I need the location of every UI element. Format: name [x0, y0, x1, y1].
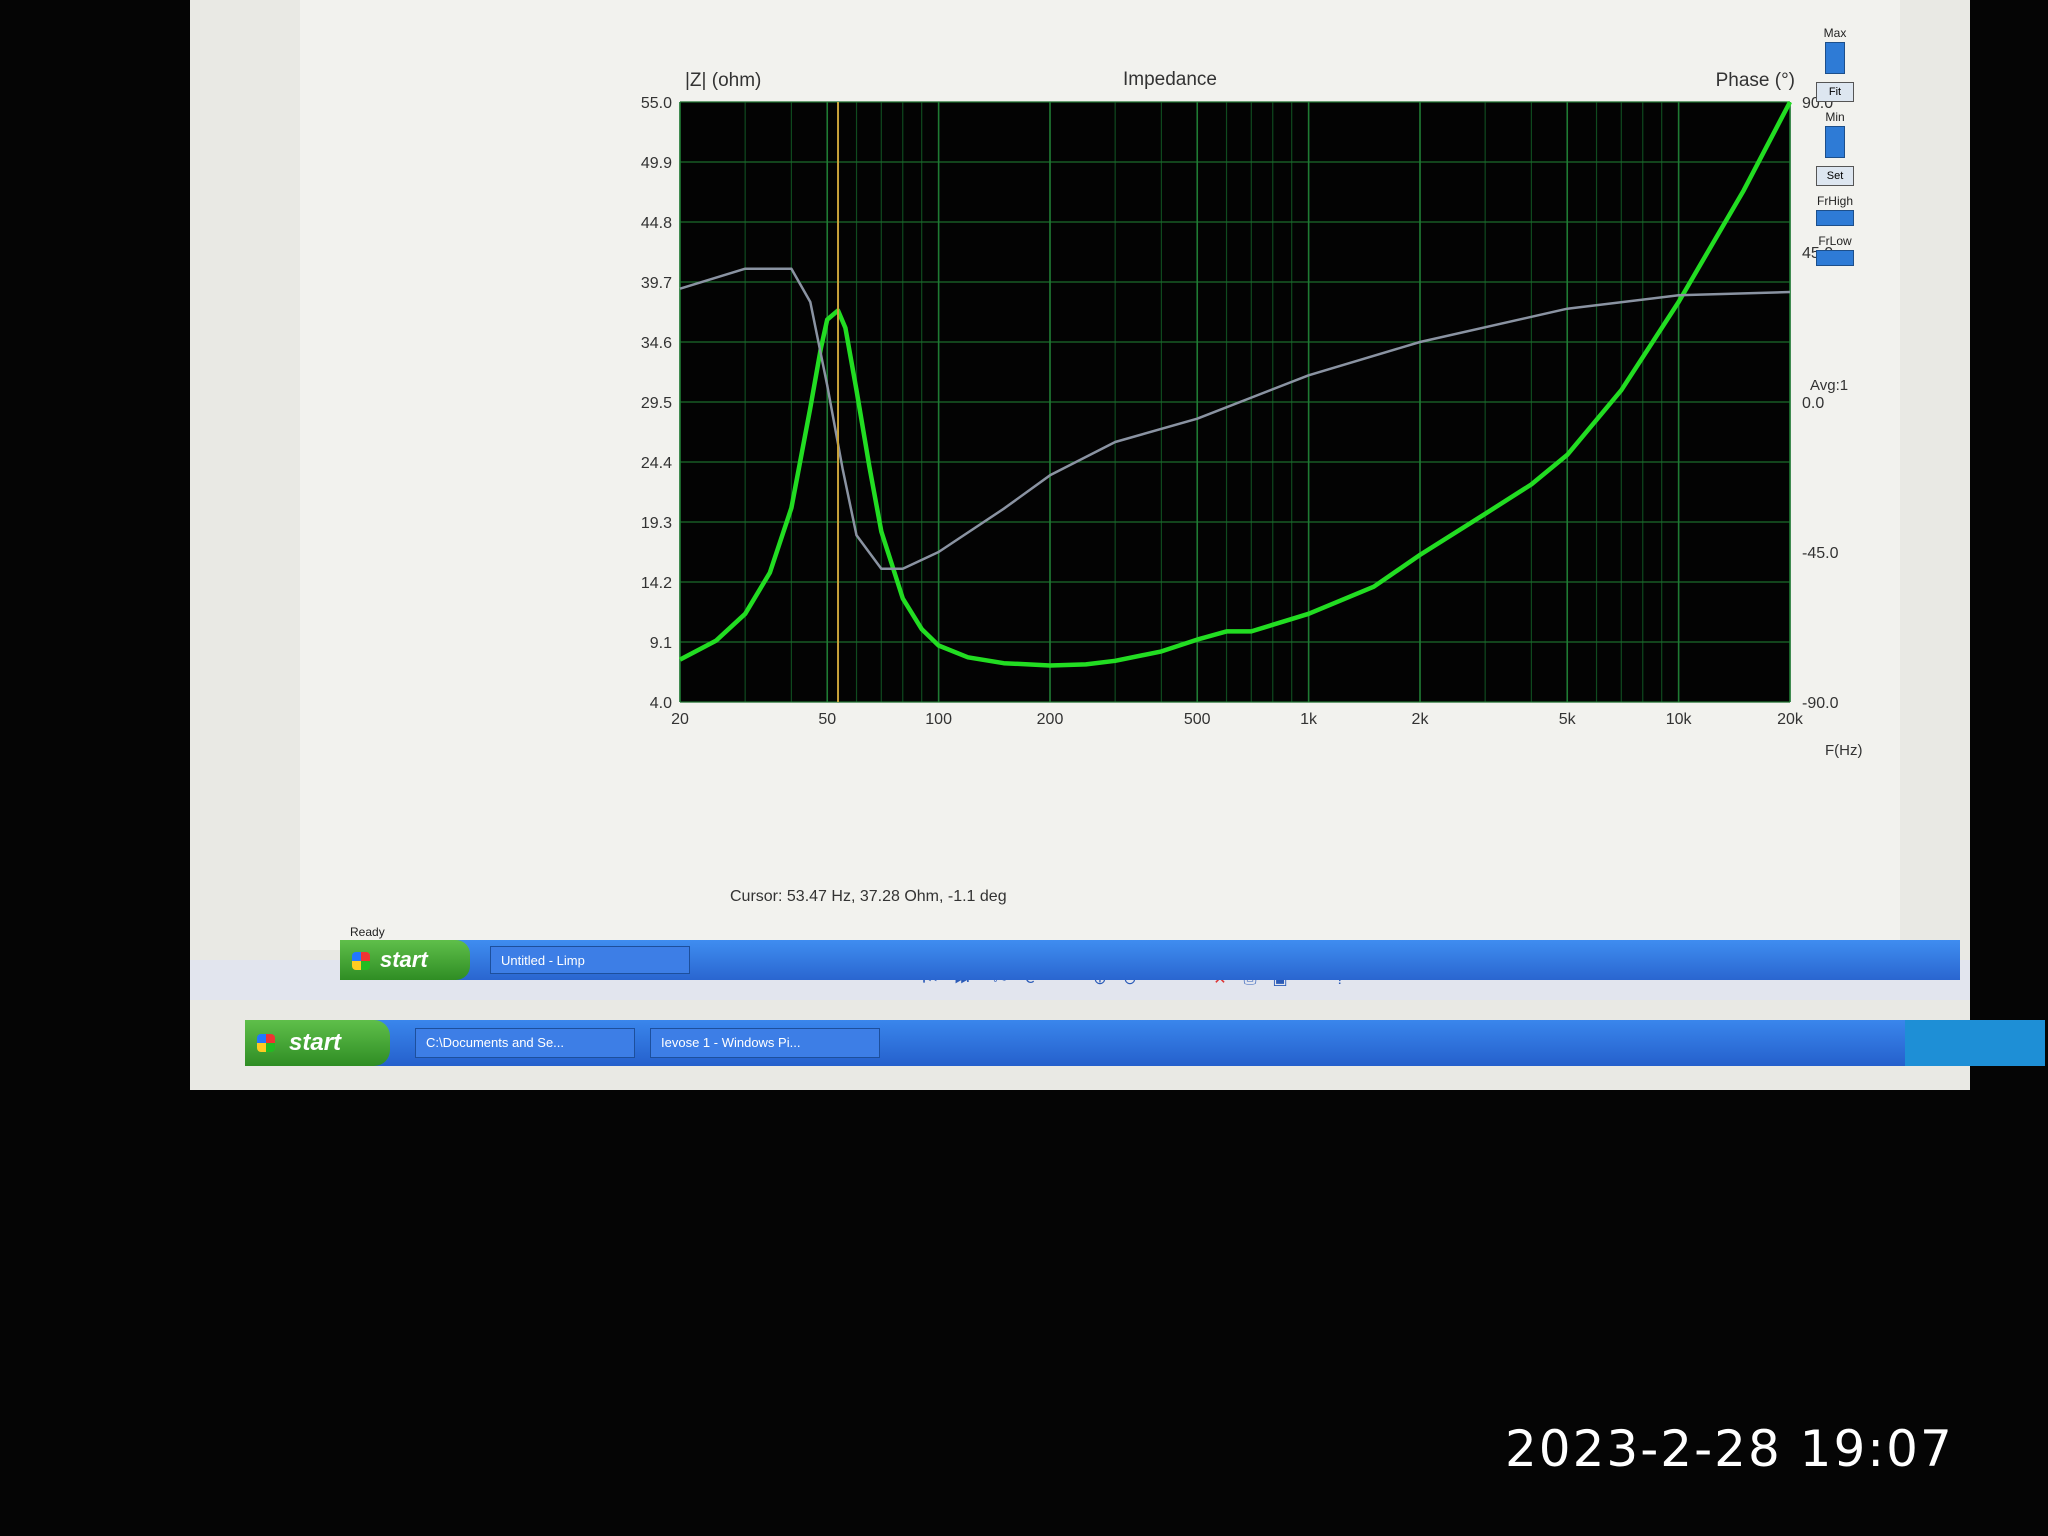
- windows-logo-icon: [352, 952, 370, 970]
- y-tick-label: 24.4: [641, 455, 672, 472]
- frhigh-spinner[interactable]: [1816, 210, 1854, 226]
- max-spinner[interactable]: [1825, 42, 1845, 74]
- taskbar-item-viewer[interactable]: Ievose 1 - Windows Pi...: [650, 1028, 880, 1058]
- y-axis-label: |Z| (ohm): [685, 70, 761, 91]
- y-tick-label: 4.0: [650, 695, 672, 712]
- y-tick-label: 14.2: [641, 575, 672, 592]
- max-label: Max: [1823, 26, 1847, 40]
- avg-label: Avg:1: [1810, 377, 1848, 394]
- y2-tick-label: -90.0: [1802, 695, 1839, 712]
- inner-start-button[interactable]: start: [340, 940, 470, 980]
- side-panel: Max Fit Min Set FrHigh FrLow: [1800, 20, 1870, 274]
- x-tick-label: 500: [1184, 711, 1211, 728]
- outer-start-button[interactable]: start: [245, 1020, 390, 1066]
- y-tick-label: 44.8: [641, 215, 672, 232]
- y-tick-label: 39.7: [641, 275, 672, 292]
- taskbar-item-documents[interactable]: C:\Documents and Se...: [415, 1028, 635, 1058]
- limp-window: Impedance |Z| (ohm) Phase (°) F(Hz) Avg:…: [300, 0, 1900, 950]
- impedance-chart: Impedance |Z| (ohm) Phase (°) F(Hz) Avg:…: [641, 69, 1863, 759]
- frhigh-label: FrHigh: [1816, 194, 1853, 208]
- taskbar-item-limp[interactable]: Untitled - Limp: [490, 946, 690, 974]
- cursor-readout: Cursor: 53.47 Hz, 37.28 Ohm, -1.1 deg: [730, 888, 1007, 905]
- frlow-spinner[interactable]: [1816, 250, 1854, 266]
- windows-logo-icon: [257, 1034, 275, 1052]
- inner-taskbar: start Untitled - Limp: [340, 940, 1960, 980]
- x-tick-label: 1k: [1300, 711, 1318, 728]
- x-tick-label: 200: [1037, 711, 1064, 728]
- y2-tick-label: 0.0: [1802, 395, 1824, 412]
- x-tick-label: 100: [925, 711, 952, 728]
- fit-button[interactable]: Fit: [1816, 82, 1854, 102]
- chart-title: Impedance: [1123, 69, 1217, 90]
- x-tick-label: 20: [671, 711, 689, 728]
- x-tick-label: 50: [818, 711, 836, 728]
- y-tick-label: 29.5: [641, 395, 672, 412]
- status-ready: Ready: [350, 925, 385, 939]
- frlow-label: FrLow: [1818, 234, 1852, 248]
- min-spinner[interactable]: [1825, 126, 1845, 158]
- set-button[interactable]: Set: [1816, 166, 1854, 186]
- y-tick-label: 19.3: [641, 515, 672, 532]
- y-tick-label: 9.1: [650, 635, 672, 652]
- y-tick-label: 55.0: [641, 95, 672, 112]
- y-tick-label: 34.6: [641, 335, 672, 352]
- system-tray[interactable]: [1905, 1020, 2045, 1066]
- outer-taskbar: start C:\Documents and Se... Ievose 1 - …: [245, 1020, 2045, 1066]
- x-tick-label: 2k: [1412, 711, 1430, 728]
- min-label: Min: [1825, 110, 1845, 124]
- x-tick-label: 20k: [1777, 711, 1804, 728]
- monitor-screen: Impedance |Z| (ohm) Phase (°) F(Hz) Avg:…: [190, 0, 1970, 1090]
- y-tick-label: 49.9: [641, 155, 672, 172]
- inner-start-label: start: [380, 947, 428, 972]
- x-axis-label: F(Hz): [1825, 742, 1863, 759]
- outer-start-label: start: [289, 1029, 342, 1056]
- y2-tick-label: -45.0: [1802, 545, 1839, 562]
- x-tick-label: 5k: [1559, 711, 1577, 728]
- x-tick-label: 10k: [1666, 711, 1693, 728]
- photo-timestamp: 2023-2-28 19:07: [1505, 1420, 1954, 1478]
- y2-axis-label: Phase (°): [1716, 70, 1795, 91]
